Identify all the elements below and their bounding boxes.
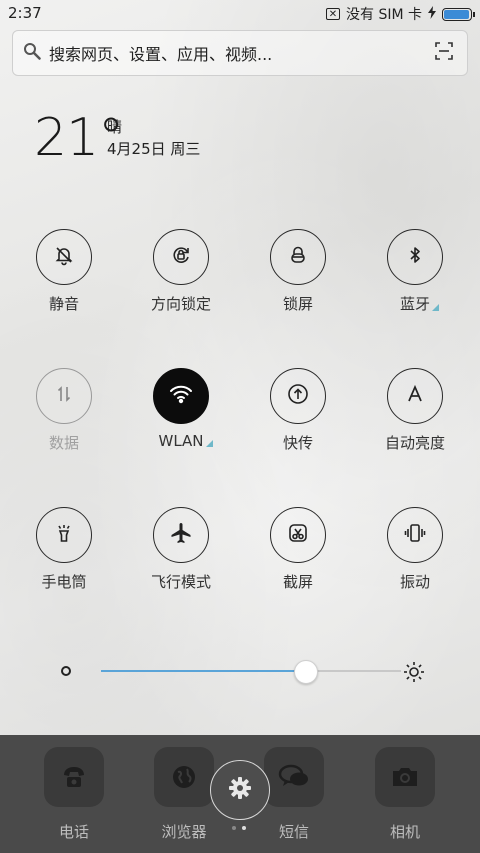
toggle-screenshot[interactable]: 截屏 [243,507,353,592]
toggle-data-circle[interactable] [36,368,92,424]
toggle-mute[interactable]: 静音 [9,229,119,314]
toggle-bluetooth[interactable]: 蓝牙 [360,229,470,314]
status-bar: 2:37 ✕ 没有 SIM 卡 [0,0,480,28]
toggle-bluetooth-circle[interactable] [387,229,443,285]
brightness-high-icon [402,660,426,684]
status-time: 2:37 [8,4,42,22]
message-icon[interactable] [264,747,324,807]
toggle-label: WLAN [158,432,213,450]
toggle-data[interactable]: 数据 [9,368,119,453]
toggle-label: 飞行模式 [150,573,211,591]
weather-info: 晴 4月25日 周三 [107,116,200,160]
toggle-label: 数据 [48,434,79,452]
globe-icon[interactable] [154,747,214,807]
toggle-lock-screen-circle[interactable] [270,229,326,285]
brightness-slider[interactable] [101,660,401,684]
dock-app-label: 短信 [278,823,309,841]
page-dot [232,826,236,830]
toggle-wlan-circle[interactable] [153,368,209,424]
search-bar[interactable]: 搜索网页、设置、应用、视频... [12,30,468,76]
toggle-mute-circle[interactable] [36,229,92,285]
flashlight-icon [53,522,75,548]
scan-icon[interactable] [435,42,453,64]
bell-off-icon [53,244,75,270]
page-dot-active [242,826,246,830]
dock-app-phone[interactable]: 电话 [34,747,114,842]
toggle-label: 锁屏 [282,295,313,313]
toggle-flashlight-circle[interactable] [36,507,92,563]
airplane-icon [169,521,193,549]
toggle-label: 手电筒 [41,573,87,591]
toggle-label: 振动 [399,573,430,591]
scissors-icon [287,522,309,548]
toggle-airplane-mode[interactable]: 飞行模式 [126,507,236,592]
search-icon [23,42,41,64]
gear-icon [227,775,253,805]
status-indicators: ✕ 没有 SIM 卡 [326,4,475,24]
toggle-airplane-mode-circle[interactable] [153,507,209,563]
page-indicator [232,826,246,830]
toggle-wlan[interactable]: WLAN [126,368,236,450]
toggle-rotation-lock[interactable]: 方向锁定 [126,229,236,314]
toggle-label-text: 蓝牙 [399,295,430,313]
no-sim-icon: ✕ [326,8,340,20]
battery-icon [442,7,475,21]
weather-date: 4月25日 周三 [107,140,201,158]
charging-icon [428,5,436,23]
upload-icon [286,382,310,410]
toggle-quick-share[interactable]: 快传 [243,368,353,453]
toggle-label: 方向锁定 [150,295,211,313]
toggle-quick-share-circle[interactable] [270,368,326,424]
rotation-lock-icon [170,244,192,270]
vibrate-icon [403,522,427,548]
toggle-label: 自动亮度 [384,434,445,452]
toggle-auto-brightness[interactable]: 自动亮度 [360,368,470,453]
more-indicator [432,304,439,311]
phone-icon[interactable] [44,747,104,807]
weather-condition: 晴 [107,118,123,136]
wifi-icon [168,383,194,409]
dock-app-label: 浏览器 [161,823,207,841]
toggle-label-text: WLAN [158,432,204,450]
toggle-label: 快传 [282,434,313,452]
camera-icon[interactable] [375,747,435,807]
search-input[interactable]: 搜索网页、设置、应用、视频... [49,41,435,65]
toggle-flashlight[interactable]: 手电筒 [9,507,119,592]
brightness-slider-fill [101,670,305,672]
brightness-slider-thumb[interactable] [294,660,318,684]
carrier-text: 没有 SIM 卡 [346,7,422,23]
lock-icon [287,244,309,270]
toggle-vibrate[interactable]: 振动 [360,507,470,592]
toggle-screenshot-circle[interactable] [270,507,326,563]
auto-brightness-icon [404,383,426,409]
toggle-label: 蓝牙 [399,293,439,314]
toggle-lock-screen[interactable]: 锁屏 [243,229,353,314]
data-arrows-icon [53,383,75,409]
toggle-vibrate-circle[interactable] [387,507,443,563]
toggle-rotation-lock-circle[interactable] [153,229,209,285]
toggle-auto-brightness-circle[interactable] [387,368,443,424]
dock-app-label: 相机 [389,823,420,841]
dock-app-camera[interactable]: 相机 [365,747,445,842]
battery-level [444,9,469,19]
bluetooth-icon [404,244,426,270]
toggle-label: 截屏 [282,573,313,591]
dock-app-label: 电话 [58,823,89,841]
toggle-label: 静音 [48,295,79,313]
settings-button[interactable] [210,760,270,820]
brightness-low-icon [61,666,71,676]
more-indicator [205,440,213,447]
